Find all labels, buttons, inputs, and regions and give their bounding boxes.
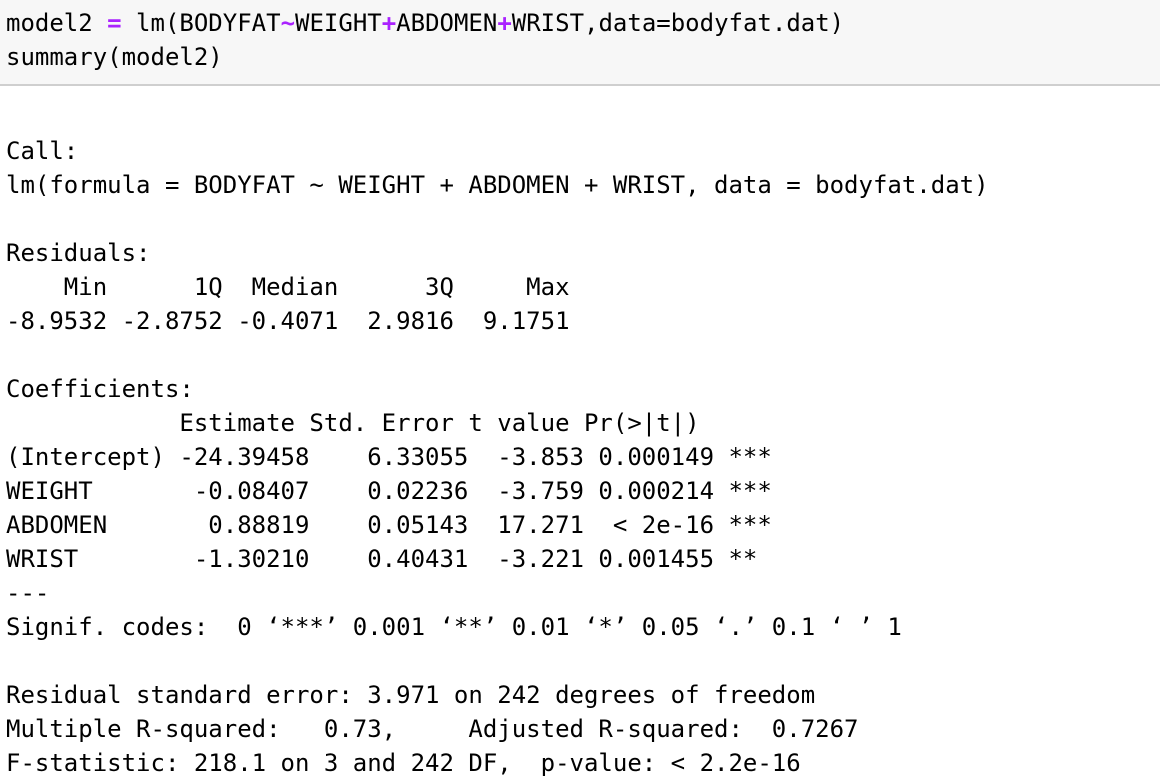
coefficient-row-wrist: WRIST -1.30210 0.40431 -3.221 0.001455 *… xyxy=(6,545,772,573)
code-line-summary: summary(model2) xyxy=(6,43,223,71)
coefficient-row-abdomen: ABDOMEN 0.88819 0.05143 17.271 < 2e-16 *… xyxy=(6,511,772,539)
code-token: model2 xyxy=(6,9,108,37)
call-formula: lm(formula = BODYFAT ~ WEIGHT + ABDOMEN … xyxy=(6,171,989,199)
separator-line: --- xyxy=(6,579,50,607)
call-header: Call: xyxy=(6,137,79,165)
code-token: WRIST,data=bodyfat.dat) xyxy=(511,9,845,37)
coefficient-row-weight: WEIGHT -0.08407 0.02236 -3.759 0.000214 … xyxy=(6,477,772,505)
code-token: lm(BODYFAT xyxy=(121,9,281,37)
residuals-header: Residuals: xyxy=(6,239,151,267)
code-token: WEIGHT xyxy=(295,9,382,37)
code-token: ABDOMEN xyxy=(396,9,498,37)
plus-operator: + xyxy=(497,9,512,37)
assign-operator: = xyxy=(107,9,122,37)
plus-operator: + xyxy=(381,9,397,37)
r-squared-line: Multiple R-squared: 0.73, Adjusted R-squ… xyxy=(6,715,873,743)
code-input-cell[interactable]: model2 = lm(BODYFAT~WEIGHT+ABDOMEN+WRIST… xyxy=(0,0,1160,86)
residuals-values: -8.9532 -2.8752 -0.4071 2.9816 9.1751 xyxy=(6,307,584,335)
tilde-operator: ~ xyxy=(280,9,296,37)
code-output-cell: Call: lm(formula = BODYFAT ~ WEIGHT + AB… xyxy=(6,134,1156,780)
f-statistic-line: F-statistic: 218.1 on 3 and 242 DF, p-va… xyxy=(6,749,801,777)
signif-codes: Signif. codes: 0 ‘***’ 0.001 ‘**’ 0.01 ‘… xyxy=(6,613,902,641)
residual-standard-error: Residual standard error: 3.971 on 242 de… xyxy=(6,681,816,709)
coefficients-header: Coefficients: xyxy=(6,375,194,403)
code-line-model-assignment: model2 = lm(BODYFAT~WEIGHT+ABDOMEN+WRIST… xyxy=(6,6,1160,40)
coefficients-column-headers: Estimate Std. Error t value Pr(>|t|) xyxy=(6,409,758,437)
residuals-labels: Min 1Q Median 3Q Max xyxy=(6,273,584,301)
coefficient-row-intercept: (Intercept) -24.39458 6.33055 -3.853 0.0… xyxy=(6,443,772,471)
